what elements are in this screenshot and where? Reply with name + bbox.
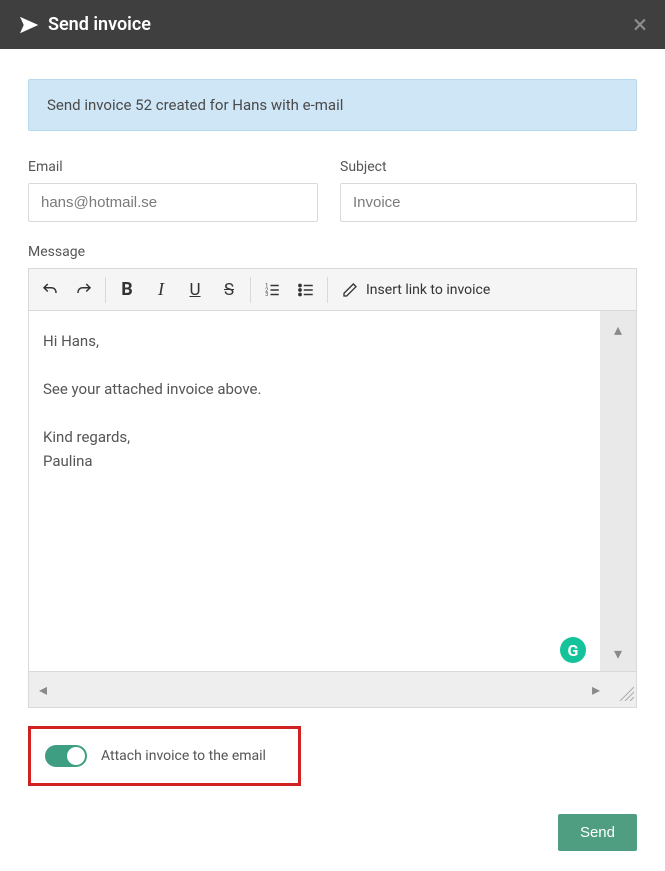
scroll-left-button[interactable]: ◂ xyxy=(39,680,47,699)
form-row: Email Subject xyxy=(28,159,637,222)
resize-grip-icon[interactable] xyxy=(616,683,634,705)
bold-button[interactable]: B xyxy=(110,273,144,307)
underline-button[interactable]: U xyxy=(178,273,212,307)
subject-input[interactable] xyxy=(340,183,637,222)
scroll-up-button[interactable]: ▴ xyxy=(600,311,636,347)
attach-invoice-row: Attach invoice to the email xyxy=(28,726,301,786)
pen-icon xyxy=(342,282,358,298)
undo-button[interactable] xyxy=(33,273,67,307)
modal-header: Send invoice × xyxy=(0,0,665,49)
unordered-list-button[interactable] xyxy=(289,273,323,307)
modal-title: Send invoice xyxy=(48,14,151,35)
modal-body: Send invoice 52 created for Hans with e-… xyxy=(0,49,665,806)
insert-link-button[interactable]: Insert link to invoice xyxy=(332,273,500,307)
modal-footer: Send xyxy=(0,814,665,871)
close-button[interactable]: × xyxy=(633,12,647,38)
strikethrough-button[interactable]: S xyxy=(212,273,246,307)
scroll-down-button[interactable]: ▾ xyxy=(600,635,636,671)
subject-label: Subject xyxy=(340,159,637,175)
editor: B I U S 123 Insert link to invoice Hi Ha… xyxy=(28,268,637,708)
info-banner: Send invoice 52 created for Hans with e-… xyxy=(28,79,637,131)
send-icon xyxy=(20,16,38,34)
message-textarea[interactable]: Hi Hans, See your attached invoice above… xyxy=(29,311,600,671)
italic-button[interactable]: I xyxy=(144,273,178,307)
svg-text:3: 3 xyxy=(265,292,268,298)
attach-invoice-toggle[interactable] xyxy=(45,745,87,767)
insert-link-label: Insert link to invoice xyxy=(366,282,490,298)
redo-button[interactable] xyxy=(67,273,101,307)
toggle-knob xyxy=(67,747,85,765)
email-input[interactable] xyxy=(28,183,318,222)
grammarly-icon[interactable]: G xyxy=(560,637,586,663)
horizontal-scrollbar[interactable]: ◂ ▸ xyxy=(29,671,636,707)
toolbar-separator xyxy=(327,277,328,303)
email-label: Email xyxy=(28,159,318,175)
message-label: Message xyxy=(28,244,637,260)
toolbar-separator xyxy=(105,277,106,303)
send-button[interactable]: Send xyxy=(558,814,637,851)
editor-toolbar: B I U S 123 Insert link to invoice xyxy=(29,269,636,311)
ordered-list-button[interactable]: 123 xyxy=(255,273,289,307)
scroll-right-button[interactable]: ▸ xyxy=(592,680,600,699)
toolbar-separator xyxy=(250,277,251,303)
vertical-scrollbar[interactable]: ▴ ▾ xyxy=(600,311,636,671)
attach-invoice-label: Attach invoice to the email xyxy=(101,748,266,764)
